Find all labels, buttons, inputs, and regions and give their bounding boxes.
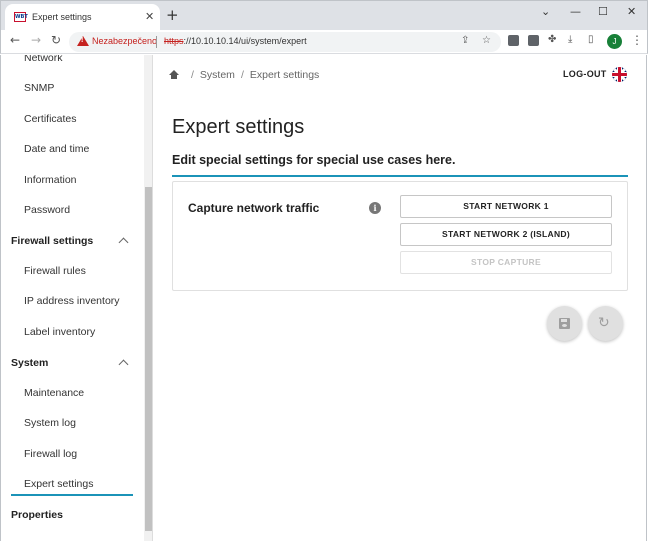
save-icon: [559, 318, 570, 329]
url-scheme: https: [164, 36, 184, 46]
puzzle-icon[interactable]: ✤: [548, 34, 556, 45]
address-bar[interactable]: Nezabezpečeno https://10.10.10.14/ui/sys…: [69, 32, 501, 52]
minimize-button[interactable]: —: [570, 5, 581, 18]
browser-toolbar: ← → ↻ Nezabezpečeno https://10.10.10.14/…: [0, 30, 648, 54]
browser-menu-icon[interactable]: ⋮: [631, 33, 643, 47]
url-path: ://10.10.10.14/ui/system/expert: [183, 36, 307, 46]
sidebar-item-label-inventory[interactable]: Label inventory: [24, 326, 95, 338]
stop-capture-button[interactable]: STOP CAPTURE: [400, 251, 612, 274]
home-icon[interactable]: [169, 70, 179, 79]
page-subtitle: Edit special settings for special use ca…: [172, 153, 456, 167]
chevron-up-icon[interactable]: [118, 359, 129, 370]
back-button[interactable]: ←: [10, 33, 20, 47]
start-network-1-button[interactable]: START NETWORK 1: [400, 195, 612, 218]
close-tab-icon[interactable]: ✕: [145, 10, 154, 23]
sidebar-section-properties[interactable]: Properties: [11, 509, 63, 521]
sidebar-item-network[interactable]: Network: [24, 55, 63, 64]
capture-card: Capture network traffic i START NETWORK …: [172, 181, 628, 291]
sidebar-section-firewall[interactable]: Firewall settings: [11, 235, 93, 247]
reset-button[interactable]: ↻: [588, 306, 623, 341]
profile-avatar[interactable]: J: [607, 34, 622, 49]
reset-icon: ↻: [598, 315, 610, 331]
bookmark-star-icon[interactable]: ☆: [482, 35, 491, 46]
sidebar-item-information[interactable]: Information: [24, 174, 77, 186]
breadcrumb-separator: /: [191, 69, 194, 81]
page-title: Expert settings: [172, 116, 305, 138]
sidebar-panel-icon[interactable]: ▯: [588, 34, 594, 45]
breadcrumb-separator: /: [240, 69, 244, 81]
extension-icon[interactable]: [508, 35, 519, 46]
sidebar-item-expert-settings[interactable]: Expert settings: [24, 478, 93, 490]
sidebar: Network SNMP Certificates Date and time …: [0, 55, 153, 541]
favicon-icon: WBT: [14, 12, 28, 22]
active-indicator: [11, 494, 133, 496]
maximize-button[interactable]: ☐: [598, 5, 608, 18]
security-status[interactable]: Nezabezpečeno: [92, 36, 157, 46]
share-icon[interactable]: ⇪: [461, 35, 469, 46]
url-text[interactable]: https://10.10.10.14/ui/system/expert: [164, 36, 307, 46]
capture-label: Capture network traffic: [188, 201, 320, 215]
sidebar-item-snmp[interactable]: SNMP: [24, 82, 54, 94]
breadcrumb: / System / Expert settings: [169, 69, 319, 81]
warning-icon: [77, 36, 89, 46]
breadcrumb-system[interactable]: System: [200, 69, 235, 81]
sidebar-item-password[interactable]: Password: [24, 204, 70, 216]
sidebar-item-ip-inventory[interactable]: IP address inventory: [24, 295, 120, 307]
download-icon[interactable]: ⤓: [568, 34, 572, 45]
save-button[interactable]: [547, 306, 582, 341]
breadcrumb-current: Expert settings: [249, 69, 320, 81]
reload-button[interactable]: ↻: [51, 33, 61, 47]
extension-icon[interactable]: [528, 35, 539, 46]
sidebar-item-maintenance[interactable]: Maintenance: [24, 387, 84, 399]
start-network-2-button[interactable]: START NETWORK 2 (ISLAND): [400, 223, 612, 246]
chevron-up-icon[interactable]: [118, 237, 129, 248]
uk-flag-icon[interactable]: [612, 67, 627, 82]
tab-search-icon[interactable]: ⌄: [541, 5, 550, 18]
forward-button[interactable]: →: [31, 33, 41, 47]
sidebar-item-certificates[interactable]: Certificates: [24, 113, 77, 125]
browser-tab[interactable]: WBT Expert settings ✕: [5, 4, 160, 31]
main-content: / System / Expert settings LOG-OUT Expert s…: [153, 55, 647, 541]
sidebar-section-system[interactable]: System: [11, 357, 48, 369]
tab-title: Expert settings: [32, 12, 92, 22]
sidebar-item-firewall-rules[interactable]: Firewall rules: [24, 265, 86, 277]
sidebar-item-date-time[interactable]: Date and time: [24, 143, 89, 155]
new-tab-button[interactable]: +: [166, 7, 179, 23]
info-icon[interactable]: i: [369, 202, 381, 214]
scrollbar-thumb[interactable]: [145, 187, 152, 531]
sidebar-item-firewall-log[interactable]: Firewall log: [24, 448, 77, 460]
logout-button[interactable]: LOG-OUT: [563, 69, 607, 79]
address-divider: [156, 36, 157, 48]
subtitle-underline: [172, 175, 628, 177]
sidebar-item-system-log[interactable]: System log: [24, 417, 76, 429]
close-window-button[interactable]: ✕: [627, 5, 636, 18]
browser-tabstrip: WBT Expert settings ✕ + ⌄ — ☐ ✕: [0, 0, 648, 31]
